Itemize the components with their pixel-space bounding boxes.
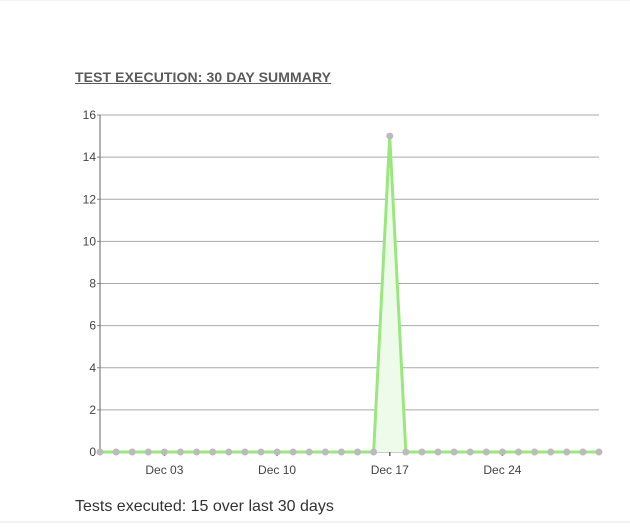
data-point-22 [450,448,458,456]
y-tick-label-16: 16 [83,108,97,122]
data-point-15 [337,448,345,456]
data-point-16 [354,448,362,456]
data-point-18 [386,132,394,140]
data-point-17 [370,448,378,456]
y-tick-label-14: 14 [83,150,97,164]
y-tick-label-10: 10 [83,234,97,248]
tests-executed-summary: Tests executed: 15 over last 30 days [75,498,334,516]
data-point-30 [579,448,587,456]
bottom-divider [0,521,630,523]
execution-chart: 0 2 4 6 8 10 12 14 16 Dec 03 Dec 10 Dec 17 Dec 24 [83,108,603,477]
data-point-20 [418,448,426,456]
data-point-27 [531,448,539,456]
series-line [100,134,599,454]
summary-suffix: over last 30 days [208,498,334,515]
data-point-14 [321,448,329,456]
data-point-31 [595,448,603,456]
data-point-4 [160,448,168,456]
data-point-24 [482,448,490,456]
data-point-1 [112,448,120,456]
x-tick-label-dec-03: Dec 03 [145,463,183,477]
x-tick-label-dec-10: Dec 10 [258,463,296,477]
data-point-28 [547,448,555,456]
data-point-23 [466,448,474,456]
data-point-9 [241,448,249,456]
summary-count: 15 [190,498,209,515]
y-tick-label-8: 8 [89,277,96,291]
summary-prefix: Tests executed: [75,498,191,515]
data-point-29 [563,448,571,456]
y-tick-label-2: 2 [89,403,96,417]
data-point-2 [128,448,136,456]
data-point-10 [257,448,265,456]
data-point-3 [144,448,152,456]
data-point-19 [402,448,410,456]
data-point-11 [273,448,281,456]
data-point-12 [289,448,297,456]
x-tick-label-dec-17: Dec 17 [371,463,409,477]
y-tick-label-6: 6 [89,319,96,333]
data-point-21 [434,448,442,456]
x-tick-label-dec-24: Dec 24 [483,463,521,477]
data-point-6 [193,448,201,456]
data-point-8 [225,448,233,456]
y-tick-label-4: 4 [89,361,96,375]
data-point-13 [305,448,313,456]
data-point-26 [515,448,523,456]
data-point-5 [176,448,184,456]
data-point-7 [209,448,217,456]
y-tick-label-12: 12 [83,192,97,206]
y-tick-label-0: 0 [89,445,96,459]
data-point-0 [96,448,104,456]
series-area-fill [100,136,599,452]
data-point-25 [498,448,506,456]
